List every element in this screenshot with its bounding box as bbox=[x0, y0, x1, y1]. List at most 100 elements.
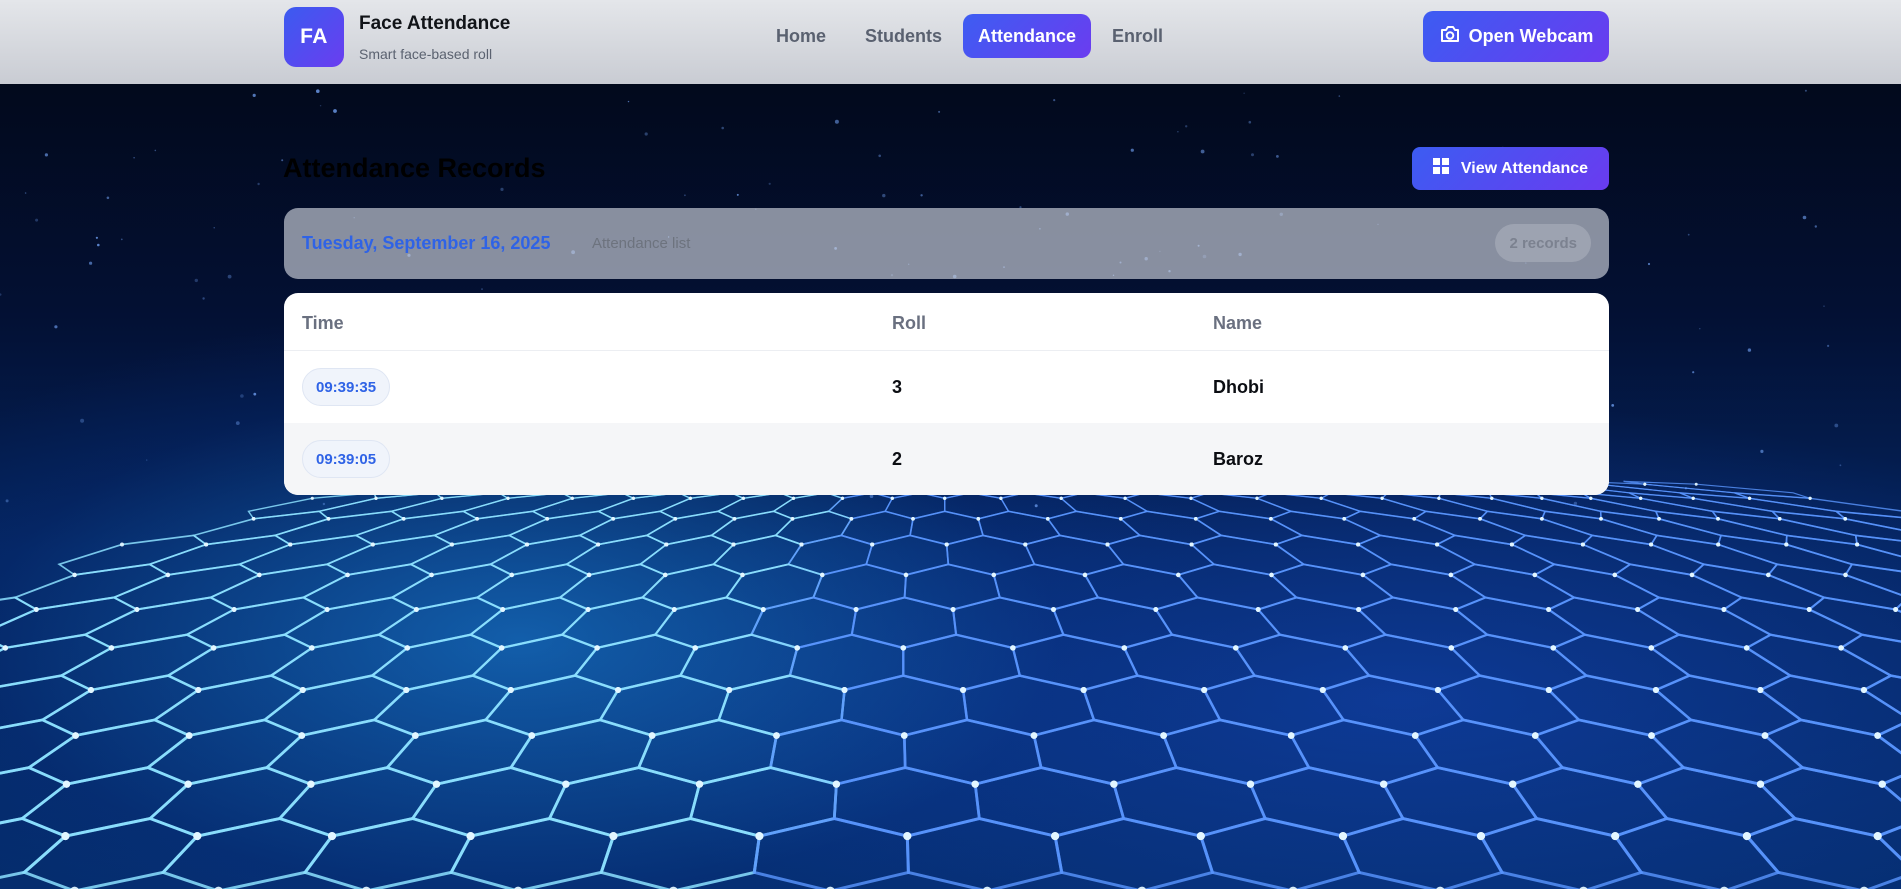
roll-cell: 3 bbox=[892, 377, 903, 397]
open-webcam-button[interactable]: Open Webcam bbox=[1423, 11, 1609, 62]
hex-node-dot bbox=[870, 542, 875, 547]
hex-cell bbox=[1053, 816, 1215, 889]
hex-node-dot bbox=[374, 496, 378, 500]
hex-node-dot bbox=[673, 517, 678, 521]
hex-node-dot bbox=[326, 517, 331, 521]
hex-cell bbox=[788, 633, 905, 692]
star-dot bbox=[133, 157, 135, 159]
hex-node-dot bbox=[794, 645, 800, 651]
hex-cell bbox=[111, 563, 262, 611]
hex-node-dot bbox=[475, 517, 479, 521]
hex-node-dot bbox=[1808, 496, 1812, 500]
star-dot bbox=[316, 89, 320, 93]
hex-cell bbox=[1874, 722, 1901, 755]
hex-node-dot bbox=[1652, 687, 1659, 693]
hex-cell bbox=[262, 674, 409, 737]
hex-node-dot bbox=[1255, 496, 1259, 500]
camera-icon bbox=[1439, 24, 1461, 49]
star-dot bbox=[97, 243, 100, 247]
hex-cell bbox=[1198, 816, 1362, 889]
hex-cell bbox=[1487, 491, 1602, 520]
star-dot bbox=[768, 182, 771, 185]
hex-node-dot bbox=[1545, 687, 1552, 693]
star-dot bbox=[1747, 348, 1752, 352]
star-dot bbox=[1834, 423, 1839, 428]
nav-enroll[interactable]: Enroll bbox=[1097, 14, 1178, 58]
hex-node-dot bbox=[1766, 572, 1771, 578]
star-dot bbox=[1053, 99, 1056, 102]
hex-node-dot bbox=[695, 780, 704, 788]
hex-node-dot bbox=[1453, 607, 1459, 612]
hex-cell bbox=[1478, 510, 1594, 546]
hex-cell bbox=[0, 816, 69, 879]
hex-node-dot bbox=[1051, 607, 1056, 612]
hex-cell bbox=[1612, 563, 1744, 611]
star-dot bbox=[202, 297, 205, 300]
star-dot bbox=[1699, 328, 1701, 330]
hex-node-dot bbox=[401, 517, 406, 521]
star-dot bbox=[481, 288, 483, 290]
hex-node-dot bbox=[1742, 832, 1751, 841]
nav-home[interactable]: Home bbox=[761, 14, 841, 58]
hex-cell bbox=[1690, 563, 1826, 611]
hex-node-dot bbox=[1509, 780, 1517, 788]
hex-node-dot bbox=[999, 496, 1003, 500]
hex-cell bbox=[1879, 774, 1901, 802]
hex-node-dot bbox=[1176, 572, 1181, 578]
hex-cell bbox=[0, 718, 79, 775]
star-dot bbox=[194, 278, 198, 283]
hex-node-dot bbox=[1380, 496, 1384, 500]
hex-node-dot bbox=[741, 496, 746, 500]
hex-node-dot bbox=[1434, 687, 1441, 693]
hex-node-dot bbox=[1694, 482, 1698, 486]
star-dot bbox=[721, 126, 724, 130]
nav-attendance[interactable]: Attendance bbox=[963, 14, 1092, 58]
hex-node-dot bbox=[62, 780, 71, 788]
hex-node-dot bbox=[1873, 832, 1882, 841]
nav-students[interactable]: Students bbox=[850, 14, 957, 58]
star-dot bbox=[1692, 371, 1695, 374]
table-row[interactable]: 09:39:35 3 Dhobi bbox=[284, 351, 1609, 423]
hex-node-dot bbox=[1838, 645, 1844, 651]
records-count-badge: 2 records bbox=[1495, 224, 1591, 262]
hex-node-dot bbox=[1342, 517, 1346, 521]
table-row[interactable]: 09:39:05 2 Baroz bbox=[284, 423, 1609, 495]
hex-node-dot bbox=[1030, 732, 1038, 739]
hex-cell bbox=[902, 633, 1022, 692]
hex-node-dot bbox=[1634, 780, 1642, 788]
hex-node-dot bbox=[1843, 517, 1847, 521]
hex-node-dot bbox=[1339, 832, 1347, 841]
hex-cell bbox=[840, 674, 969, 737]
hex-node-dot bbox=[1342, 645, 1349, 651]
hex-node-dot bbox=[231, 607, 237, 612]
hex-node-dot bbox=[1509, 542, 1514, 547]
hex-node-dot bbox=[528, 732, 536, 739]
hex-node-dot bbox=[841, 687, 848, 693]
hex-cell bbox=[884, 492, 946, 520]
hex-node-dot bbox=[1599, 517, 1603, 521]
hex-node-dot bbox=[900, 645, 906, 651]
hex-node-dot bbox=[1490, 496, 1494, 500]
star-dot bbox=[154, 149, 157, 152]
hex-cell bbox=[599, 816, 762, 889]
column-header-roll: Roll bbox=[892, 313, 926, 333]
view-attendance-button[interactable]: View Attendance bbox=[1412, 147, 1609, 190]
hex-node-dot bbox=[165, 572, 171, 578]
brand-logo[interactable]: FA bbox=[284, 7, 344, 67]
date-summary-bar: Tuesday, September 16, 2025 Attendance l… bbox=[284, 208, 1609, 279]
hex-node-dot bbox=[755, 832, 764, 841]
hex-node-dot bbox=[432, 780, 441, 788]
hex-node-dot bbox=[1319, 496, 1323, 500]
hex-node-dot bbox=[1269, 572, 1274, 578]
hex-node-dot bbox=[903, 832, 912, 841]
hex-node-dot bbox=[1105, 542, 1110, 547]
hex-node-dot bbox=[1448, 645, 1455, 651]
star-dot bbox=[1130, 148, 1134, 152]
hex-cell bbox=[752, 816, 910, 889]
star-dot bbox=[1823, 305, 1825, 307]
star-dot bbox=[322, 502, 326, 506]
hex-node-dot bbox=[88, 687, 94, 693]
star-dot bbox=[1034, 504, 1038, 508]
hex-node-dot bbox=[832, 780, 841, 788]
hex-node-dot bbox=[631, 496, 636, 500]
